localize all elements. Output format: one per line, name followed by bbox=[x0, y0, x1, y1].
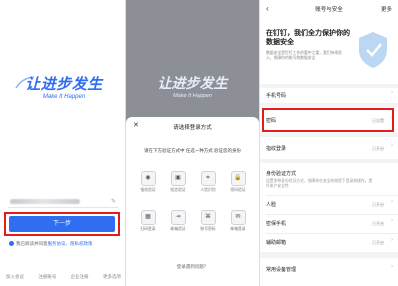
brand-name: 让进步发生 bbox=[25, 75, 103, 93]
row-phone[interactable]: 手机号码 › bbox=[260, 88, 398, 103]
chevron-right-icon: › bbox=[391, 143, 393, 149]
security-banner: 在钉钉，我们全力保护你的数据安全 数据安全是钉钉工作的重中之重，我们持续投入，保… bbox=[260, 18, 398, 84]
row-label: 指纹登录 bbox=[266, 146, 287, 152]
mail-icon: ✉ bbox=[230, 210, 246, 225]
login-option[interactable]: ⇥ 邮箱验证 bbox=[164, 210, 192, 232]
option-label: 扫码登录 bbox=[140, 227, 156, 231]
option-label: 密码验证 bbox=[230, 188, 246, 192]
highlight-frame bbox=[4, 212, 120, 236]
login-method-screen: 让进步发生 Make It Happen ✕ 请选择登录方式 请在下方验证方式中… bbox=[126, 0, 259, 286]
row-label: 身份验证方式 bbox=[266, 171, 297, 177]
phone-number-blurred bbox=[10, 199, 80, 204]
edit-icon[interactable]: ✎ bbox=[111, 198, 116, 205]
row-label: 人脸 bbox=[266, 202, 277, 208]
login-option[interactable]: ⌘ 账号密码 bbox=[194, 210, 222, 232]
option-label: 邮箱登录 bbox=[230, 227, 246, 231]
register-link[interactable]: 注册账号 bbox=[38, 274, 56, 280]
lock-icon: 🔒 bbox=[230, 171, 246, 186]
row-device-management[interactable]: 常用设备管理 › bbox=[260, 258, 398, 286]
chevron-right-icon: › bbox=[391, 90, 393, 96]
option-label: 邮箱验证 bbox=[170, 227, 186, 231]
login-option[interactable]: ⌗ 人脸识别 bbox=[194, 171, 222, 193]
row-value: 已开启 bbox=[372, 146, 384, 151]
row-backup-email[interactable]: 辅助邮箱 已开启 › bbox=[260, 233, 398, 252]
row-fingerprint[interactable]: 指纹登录 已开启 › bbox=[260, 137, 398, 159]
row-label: 辅助邮箱 bbox=[266, 240, 287, 246]
bottom-links: 加入会议 注册账号 企业注册 更多选项 bbox=[6, 274, 121, 280]
option-label: 指纹验证 bbox=[140, 188, 156, 192]
sms-icon: ▣ bbox=[170, 171, 186, 186]
row-label: 手机号码 bbox=[266, 93, 287, 99]
chevron-right-icon: › bbox=[391, 264, 393, 270]
option-label: 人脸识别 bbox=[200, 188, 216, 192]
row-value: 已开启 bbox=[372, 221, 384, 226]
page-title: 账号与安全 bbox=[315, 7, 343, 13]
chevron-right-icon: › bbox=[391, 218, 393, 224]
divider bbox=[266, 214, 398, 215]
brand-slogan: Make It Happen bbox=[42, 94, 86, 100]
sheet-title: 请选择登录方式 bbox=[173, 125, 212, 131]
highlight-frame bbox=[262, 108, 394, 132]
agree-prefix: 我已阅读并同意 bbox=[16, 241, 48, 246]
qr-icon: ▦ bbox=[140, 210, 156, 225]
service-agreement-link[interactable]: 服务协议 bbox=[48, 241, 66, 246]
fingerprint-icon: ◉ bbox=[140, 171, 156, 186]
login-screen: 让进步发生 Make It Happen ✎ 下一步 我已阅读并同意服务协议、隐… bbox=[0, 0, 125, 286]
row-value: 已开启 bbox=[372, 240, 384, 245]
agree-checkbox[interactable] bbox=[9, 241, 14, 247]
row-value: 已开启 bbox=[372, 202, 384, 207]
account-security-screen: ‹ 账号与安全 更多 在钉钉，我们全力保护你的数据安全 数据安全是钉钉工作的重中… bbox=[260, 0, 398, 286]
enterprise-register-link[interactable]: 企业注册 bbox=[71, 274, 89, 280]
divider bbox=[266, 233, 398, 234]
divider bbox=[266, 195, 398, 196]
more-button[interactable]: 更多 bbox=[381, 5, 392, 13]
brand-name: 让进步发生 bbox=[157, 76, 228, 92]
banner-subtitle: 数据安全是钉钉工作的重中之重，我们持续投入，保障你的账号和数据安全 bbox=[266, 51, 342, 60]
more-options-link[interactable]: 更多选项 bbox=[103, 274, 121, 280]
sheet-hint: 请在下方验证方式中 任选一种方式 验证您的身份 bbox=[144, 148, 241, 153]
row-face[interactable]: 人脸 已开启 › bbox=[260, 195, 398, 214]
chevron-right-icon: › bbox=[391, 199, 393, 205]
option-label: 账号密码 bbox=[200, 227, 216, 231]
join-meeting-link[interactable]: 加入会议 bbox=[6, 274, 24, 280]
login-option[interactable]: ✉ 邮箱登录 bbox=[224, 210, 252, 232]
login-option[interactable]: ▣ 短信验证 bbox=[164, 171, 192, 193]
key-icon: ⌘ bbox=[200, 210, 216, 225]
exit-icon: ⇥ bbox=[170, 210, 186, 225]
login-problem-link[interactable]: 登录遇到问题？ bbox=[126, 264, 259, 270]
banner-title: 在钉钉，我们全力保护你的数据安全 bbox=[266, 30, 350, 46]
agreement-row[interactable]: 我已阅读并同意服务协议、隐私权政策 bbox=[9, 241, 93, 247]
row-auth-methods: 身份验证方式 设置多种身份验证方式，保障你在安全的前提下登录和操作，提升账户安全… bbox=[260, 163, 398, 195]
phone-field[interactable]: ✎ bbox=[8, 197, 118, 208]
login-option[interactable]: ▦ 扫码登录 bbox=[134, 210, 162, 232]
face-scan-icon: ⌗ bbox=[200, 171, 216, 186]
shield-icon bbox=[359, 32, 387, 68]
login-option[interactable]: 🔒 密码验证 bbox=[224, 171, 252, 193]
option-label: 短信验证 bbox=[170, 188, 186, 192]
row-label: 常用设备管理 bbox=[266, 267, 297, 273]
row-label: 密保手机 bbox=[266, 221, 287, 227]
chevron-right-icon: › bbox=[391, 237, 393, 243]
row-security-phone[interactable]: 密保手机 已开启 › bbox=[260, 214, 398, 233]
privacy-policy-link[interactable]: 隐私权政策 bbox=[70, 241, 93, 246]
login-method-sheet: ✕ 请选择登录方式 请在下方验证方式中 任选一种方式 验证您的身份 ◉ 指纹验证… bbox=[126, 117, 259, 286]
nav-header: ‹ 账号与安全 更多 bbox=[260, 0, 398, 18]
row-description: 设置多种身份验证方式，保障你在安全的前提下登录和操作，提升账户安全性 bbox=[266, 179, 373, 188]
brand-slogan: Make It Happen bbox=[173, 93, 212, 99]
login-option[interactable]: ◉ 指纹验证 bbox=[134, 171, 162, 193]
